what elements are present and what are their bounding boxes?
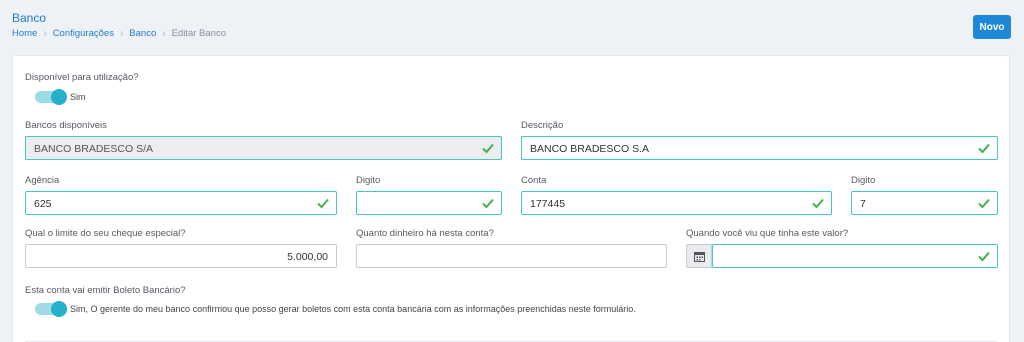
availability-label: Disponível para utilização? <box>25 72 139 83</box>
agency-digit-field[interactable] <box>356 191 502 215</box>
account-balance-field[interactable] <box>356 244 667 268</box>
agency-value: 625 <box>34 198 52 210</box>
breadcrumb-home[interactable]: Home <box>12 28 37 39</box>
toggle-knob <box>51 301 67 317</box>
banks-available-select[interactable]: BANCO BRADESCO S/A <box>25 136 502 160</box>
overdraft-limit-value: 5.000,00 <box>287 251 328 263</box>
page-title: Banco <box>12 11 47 25</box>
agency-field[interactable]: 625 <box>25 191 337 215</box>
check-icon <box>978 143 990 154</box>
account-label: Conta <box>521 175 547 186</box>
availability-toggle[interactable] <box>35 89 67 105</box>
description-field[interactable]: BANCO BRADESCO S.A <box>521 136 998 160</box>
account-value: 177445 <box>530 198 566 210</box>
description-label: Descrição <box>521 120 564 131</box>
new-button[interactable]: Novo <box>973 15 1011 39</box>
description-value: BANCO BRADESCO S.A <box>530 143 650 155</box>
check-icon <box>482 198 494 209</box>
chevron-right-icon: › <box>119 28 124 39</box>
check-icon <box>812 198 824 209</box>
account-digit-field[interactable]: 7 <box>851 191 998 215</box>
availability-toggle-text: Sim <box>70 92 86 102</box>
account-digit-value: 7 <box>860 198 866 210</box>
boleto-label: Esta conta vai emitir Boleto Bancário? <box>25 285 186 296</box>
breadcrumb-configuracoes[interactable]: Configurações <box>53 28 114 39</box>
check-icon <box>482 143 494 154</box>
calendar-addon[interactable] <box>686 244 712 268</box>
account-field[interactable]: 177445 <box>521 191 832 215</box>
overdraft-limit-label: Qual o limite do seu cheque especial? <box>25 228 186 239</box>
toggle-knob <box>51 89 67 105</box>
boleto-toggle-text: Sim, O gerente do meu banco confirmou qu… <box>70 304 636 314</box>
check-icon <box>978 251 990 262</box>
account-balance-label: Quanto dinheiro há nesta conta? <box>356 228 494 239</box>
boleto-toggle[interactable] <box>35 301 67 317</box>
banks-available-label: Bancos disponíveis <box>25 120 107 131</box>
value-date-field[interactable] <box>712 244 998 268</box>
banks-available-value: BANCO BRADESCO S/A <box>34 143 154 155</box>
account-digit-label: Digito <box>851 175 876 186</box>
agency-digit-label: Digito <box>356 175 381 186</box>
calendar-icon <box>693 251 705 262</box>
agency-label: Agência <box>25 175 60 186</box>
breadcrumb-banco[interactable]: Banco <box>129 28 156 39</box>
check-icon <box>317 198 329 209</box>
overdraft-limit-field[interactable]: 5.000,00 <box>25 244 337 268</box>
value-date-label: Quando você viu que tinha este valor? <box>686 228 849 239</box>
check-icon <box>978 198 990 209</box>
chevron-right-icon: › <box>162 28 166 39</box>
breadcrumb-current: Editar Banco <box>171 28 226 39</box>
breadcrumb: Home › Configurações › Banco › Editar Ba… <box>12 28 226 39</box>
chevron-right-icon: › <box>43 28 47 39</box>
